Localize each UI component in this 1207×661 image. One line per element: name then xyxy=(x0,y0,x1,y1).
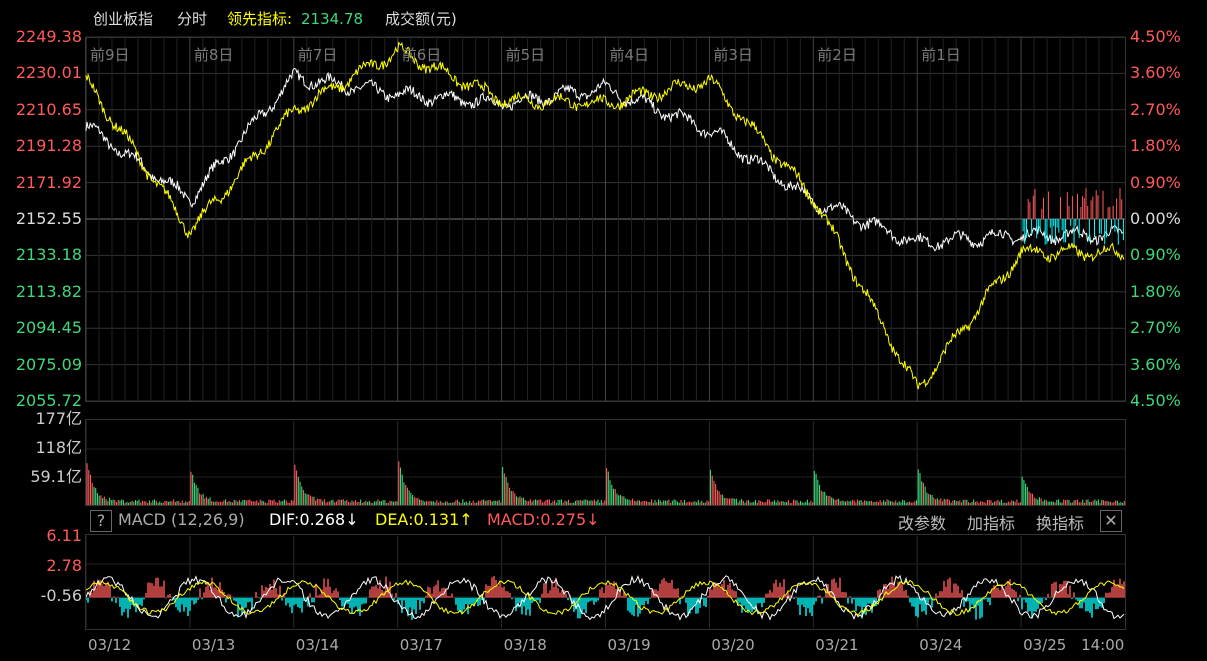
macd-panel xyxy=(85,534,1126,630)
price-tick-left: 2191.28 xyxy=(15,136,82,156)
price-tick-left: 2152.55 xyxy=(15,209,82,228)
date-label: 03/13 xyxy=(191,636,236,654)
macd-dif: DIF:0.268↓ xyxy=(269,510,359,529)
date-label: 03/24 xyxy=(919,636,963,654)
day-label: 前5日 xyxy=(505,46,546,64)
switch-indicator-button[interactable]: 换指标 xyxy=(1036,510,1084,534)
price-tick-left: 2230.01 xyxy=(15,63,82,83)
price-tick-left: 2171.92 xyxy=(15,172,82,192)
price-tick-right: 2.70% xyxy=(1130,318,1181,338)
date-label: 14:00 xyxy=(1081,636,1125,654)
price-tick-right: 4.50% xyxy=(1130,27,1181,46)
price-tick-right: 0.90% xyxy=(1130,245,1181,265)
help-button[interactable]: ? xyxy=(90,510,112,532)
price-tick-left: 2249.38 xyxy=(15,27,82,46)
day-label: 前1日 xyxy=(921,46,961,64)
date-label: 03/17 xyxy=(399,636,443,654)
volume-tick: 118亿 xyxy=(35,438,82,457)
add-indicator-button[interactable]: 加指标 xyxy=(967,510,1015,534)
macd-header: ? MACD (12,26,9) DIF:0.268↓ DEA:0.131↑ M… xyxy=(86,508,1126,534)
volume-tick: 177亿 xyxy=(35,409,82,428)
day-label: 前3日 xyxy=(713,46,753,64)
day-label: 前8日 xyxy=(193,46,234,64)
price-tick-left: 2055.72 xyxy=(15,391,82,410)
price-tick-left: 2094.45 xyxy=(15,318,82,338)
day-label: 前2日 xyxy=(817,46,857,64)
volume-tick: 59.1亿 xyxy=(30,467,82,486)
date-label: 03/14 xyxy=(295,636,340,654)
price-tick-right: 0.00% xyxy=(1130,209,1181,228)
day-label: 前7日 xyxy=(297,46,338,64)
price-tick-right: 2.70% xyxy=(1130,99,1181,119)
day-label: 前4日 xyxy=(609,46,650,64)
macd-dea: DEA:0.131↑ xyxy=(375,510,473,529)
price-tick-right: 1.80% xyxy=(1130,136,1181,156)
price-tick-left: 2075.09 xyxy=(15,354,82,374)
price-tick-right: 3.60% xyxy=(1130,354,1181,374)
date-label: 03/25 xyxy=(1023,636,1067,654)
price-tick-right: 4.50% xyxy=(1130,391,1181,410)
price-tick-right: 0.90% xyxy=(1130,172,1181,192)
date-label: 03/21 xyxy=(815,636,859,654)
macd-name: MACD (12,26,9) xyxy=(118,510,245,529)
date-label: 03/20 xyxy=(711,636,755,654)
macd-tick: 2.78 xyxy=(46,556,82,575)
price-tick-right: 1.80% xyxy=(1130,281,1181,301)
day-label: 前6日 xyxy=(401,46,442,64)
price-tick-left: 2113.82 xyxy=(15,281,82,301)
change-params-button[interactable]: 改参数 xyxy=(898,510,946,534)
macd-tick: -0.56 xyxy=(40,586,82,605)
price-tick-left: 2210.65 xyxy=(15,99,82,119)
date-label: 03/12 xyxy=(88,636,132,654)
macd-tick: 6.11 xyxy=(46,526,82,545)
price-tick-right: 3.60% xyxy=(1130,63,1181,83)
macd-value: MACD:0.275↓ xyxy=(487,510,600,529)
price-tick-left: 2133.18 xyxy=(15,245,82,265)
date-label: 03/18 xyxy=(503,636,547,654)
close-icon[interactable]: ✕ xyxy=(1100,510,1122,532)
volume-panel xyxy=(85,419,1126,506)
date-label: 03/19 xyxy=(607,636,651,654)
day-label: 前9日 xyxy=(90,46,130,64)
